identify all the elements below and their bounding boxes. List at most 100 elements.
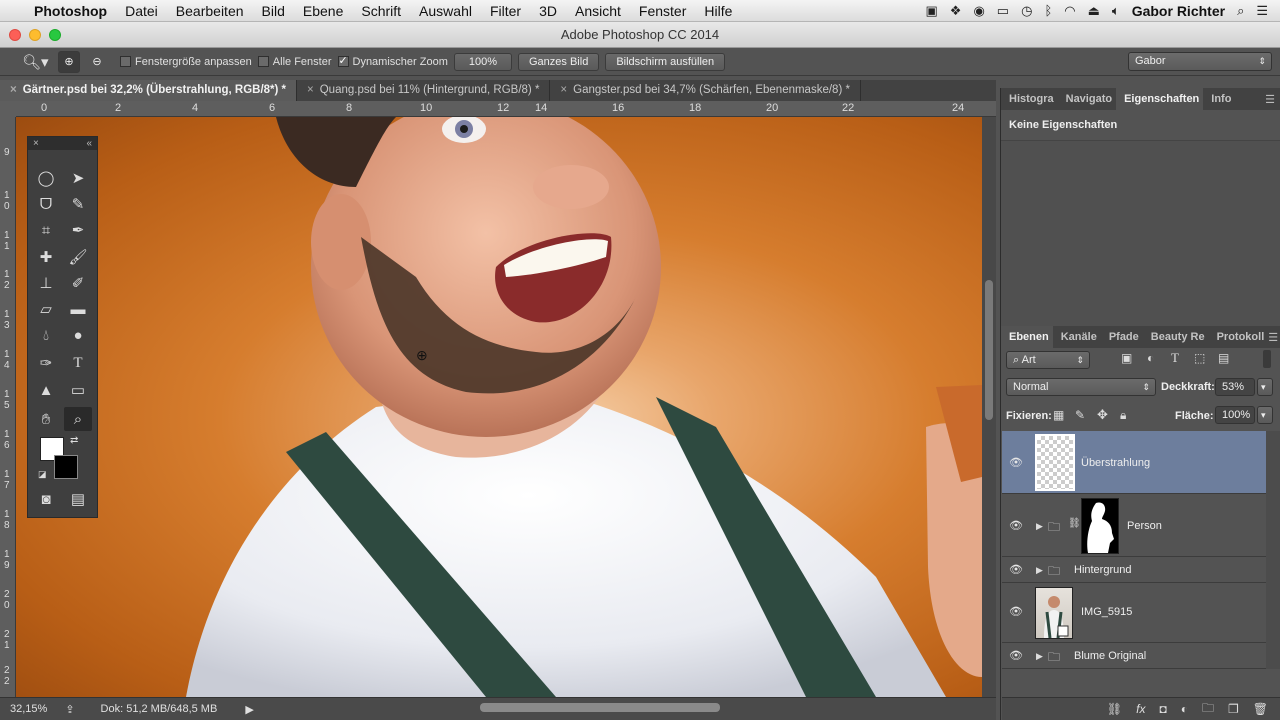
wifi-icon[interactable]: ◠	[1064, 3, 1075, 19]
notification-list-icon[interactable]: ☰	[1256, 3, 1268, 19]
layer-style-icon[interactable]: fx	[1136, 702, 1145, 716]
visibility-eye-icon[interactable]: 👁︎	[1008, 605, 1024, 618]
layers-scrollbar[interactable]	[1266, 431, 1280, 669]
menu-3d[interactable]: 3D	[530, 3, 566, 19]
panel-menu-icon[interactable]: ☰	[1265, 93, 1280, 106]
blur-icon[interactable]: 💧︎	[32, 323, 60, 347]
menu-ebene[interactable]: Ebene	[294, 3, 352, 19]
vertical-ruler[interactable]: 9 1 0 1 1 1 2 1 3 1 4 1 5 1 6 1 7 1 8 1 …	[0, 117, 16, 697]
close-tab-icon[interactable]: ×	[560, 84, 567, 96]
zoom-window-button[interactable]	[49, 29, 61, 41]
filter-pixel-icon[interactable]: ▣	[1121, 351, 1132, 365]
new-group-icon[interactable]: 🗀	[1202, 699, 1214, 720]
evernote-icon[interactable]: ◉	[973, 3, 984, 19]
clone-stamp-icon[interactable]: ⊥	[32, 271, 60, 295]
workspace-select[interactable]: Gabor ⇕	[1128, 52, 1272, 71]
display-icon[interactable]: ▣	[926, 3, 938, 19]
tab-gaertner[interactable]: × Gärtner.psd bei 32,2% (Überstrahlung, R…	[0, 80, 298, 101]
path-selection-icon[interactable]: ▲	[32, 378, 60, 402]
healing-brush-icon[interactable]: ✚	[32, 245, 60, 269]
expand-triangle-icon[interactable]: ▶	[1036, 521, 1043, 532]
expand-triangle-icon[interactable]: ▶	[1036, 565, 1043, 576]
screen-mode-icon[interactable]: ▤	[64, 487, 92, 511]
status-menu-arrow-icon[interactable]: ▶	[245, 703, 253, 716]
bluetooth-icon[interactable]: ᛒ	[1044, 3, 1052, 18]
dropbox-icon[interactable]: ❖	[950, 3, 962, 19]
adjustment-layer-icon[interactable]: ◐	[1181, 702, 1188, 716]
menu-bearbeiten[interactable]: Bearbeiten	[167, 3, 253, 19]
horizontal-ruler[interactable]: 0 2 4 6 8 10 12 14 16 18 20 22 24	[16, 101, 996, 117]
close-tab-icon[interactable]: ×	[307, 84, 314, 96]
tab-beauty[interactable]: Beauty Re	[1143, 331, 1209, 343]
opacity-dropdown-icon[interactable]: ▾	[1257, 378, 1273, 396]
menu-schrift[interactable]: Schrift	[352, 3, 410, 19]
dodge-icon[interactable]: ●	[64, 323, 92, 347]
blend-mode-select[interactable]: Normal ⇕	[1006, 378, 1156, 396]
filter-adjustment-icon[interactable]: ◐	[1147, 351, 1154, 365]
tab-properties[interactable]: Eigenschaften	[1116, 88, 1204, 110]
menu-bild[interactable]: Bild	[253, 3, 294, 19]
menu-fenster[interactable]: Fenster	[630, 3, 695, 19]
close-tab-icon[interactable]: ×	[10, 84, 17, 96]
close-window-button[interactable]	[9, 29, 21, 41]
horizontal-scroll-thumb[interactable]	[480, 703, 720, 712]
menu-hilfe[interactable]: Hilfe	[695, 3, 741, 19]
gradient-icon[interactable]: ▬	[64, 297, 92, 321]
default-colors-icon[interactable]: ◪	[38, 469, 47, 480]
opacity-input[interactable]: 53%	[1215, 378, 1255, 396]
fill-screen-button[interactable]: Bildschirm ausfüllen	[605, 52, 726, 71]
history-brush-icon[interactable]: ✐	[64, 271, 92, 295]
tab-channels[interactable]: Kanäle	[1053, 331, 1101, 343]
rectangle-tool-icon[interactable]: ▭	[64, 378, 92, 402]
expand-triangle-icon[interactable]: ▶	[1036, 651, 1043, 662]
eraser-icon[interactable]: ▱	[32, 297, 60, 321]
tab-history[interactable]: Protokoll	[1209, 331, 1269, 343]
airplay-icon[interactable]: ▭	[997, 3, 1009, 19]
fit-screen-button[interactable]: Ganzes Bild	[518, 52, 600, 71]
trash-icon[interactable]: 🗑︎	[1253, 702, 1268, 716]
visibility-eye-icon[interactable]: 👁︎	[1008, 456, 1024, 469]
eyedropper-icon[interactable]: ✒	[64, 218, 92, 242]
quick-mask-icon[interactable]: ◙	[32, 487, 60, 511]
menu-auswahl[interactable]: Auswahl	[410, 3, 481, 19]
layer-row-blume-original[interactable]: 👁︎ ▶ 🗀 Blume Original	[1002, 643, 1266, 669]
tab-quang[interactable]: × Quang.psd bei 11% (Hintergrund, RGB/8) …	[297, 80, 551, 101]
add-mask-icon[interactable]: ◘	[1159, 702, 1166, 716]
lock-position-icon[interactable]: ✥	[1097, 407, 1108, 423]
lasso-icon[interactable]: ᗜ	[32, 192, 60, 216]
tab-layers[interactable]: Ebenen	[1001, 326, 1053, 348]
document-canvas[interactable]: ⊕	[16, 117, 982, 697]
lock-all-icon[interactable]: 🔒︎	[1120, 408, 1126, 423]
zoom-out-icon[interactable]: ⊖	[86, 51, 108, 73]
new-layer-icon[interactable]: ❐	[1228, 702, 1239, 716]
tab-histogram[interactable]: Histogra	[1001, 93, 1058, 105]
volume-icon[interactable]: 🔈︎	[1112, 3, 1120, 19]
share-icon[interactable]: ⇪	[65, 703, 74, 716]
zoom-level[interactable]: 32,15%	[10, 703, 47, 715]
filter-smartobject-icon[interactable]: ▤	[1218, 351, 1229, 365]
menu-datei[interactable]: Datei	[116, 3, 167, 19]
zoom-tool-icon[interactable]: ⌕	[64, 407, 92, 431]
eject-icon[interactable]: ⏏	[1088, 3, 1100, 19]
user-name[interactable]: Gabor Richter	[1132, 3, 1225, 19]
fill-dropdown-icon[interactable]: ▾	[1257, 406, 1273, 424]
filter-toggle[interactable]	[1263, 350, 1271, 368]
layer-name[interactable]: Überstrahlung	[1081, 457, 1150, 469]
time-machine-icon[interactable]: ◷	[1021, 3, 1032, 19]
collapse-panel-icon[interactable]: «	[86, 137, 92, 150]
vertical-scroll-thumb[interactable]	[985, 280, 993, 420]
layer-name[interactable]: IMG_5915	[1081, 606, 1132, 618]
lock-transparency-icon[interactable]: ▦	[1053, 408, 1064, 422]
pen-icon[interactable]: ✑	[32, 351, 60, 375]
filter-type-icon[interactable]: T	[1171, 350, 1179, 366]
layer-mask-thumbnail[interactable]	[1081, 498, 1119, 554]
visibility-eye-icon[interactable]: 👁︎	[1008, 563, 1024, 576]
elliptical-marquee-icon[interactable]: ◯	[32, 166, 60, 190]
layer-name[interactable]: Blume Original	[1074, 650, 1146, 662]
tab-gangster[interactable]: × Gangster.psd bei 34,7% (Schärfen, Ebene…	[550, 80, 861, 101]
tab-info[interactable]: Info	[1203, 93, 1235, 105]
zoom-tool-preset-icon[interactable]: 🔍︎▾	[22, 53, 52, 71]
menu-ansicht[interactable]: Ansicht	[566, 3, 630, 19]
resize-windows-checkbox[interactable]: Fenstergröße anpassen	[120, 56, 252, 68]
hand-tool-icon[interactable]: ✋︎	[32, 407, 60, 431]
